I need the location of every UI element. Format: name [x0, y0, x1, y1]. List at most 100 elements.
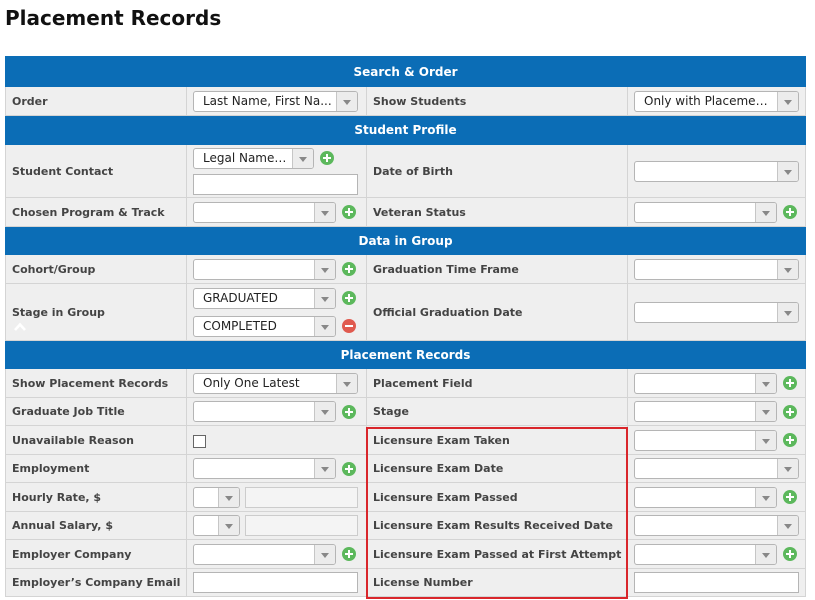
hourly-input[interactable] [245, 486, 358, 508]
chevron-down-icon [218, 487, 239, 507]
remove-icon[interactable] [342, 319, 356, 333]
employer-email-label: Employer’s Company Email [5, 568, 187, 597]
chevron-down-icon [777, 516, 798, 535]
chevron-down-icon [336, 373, 357, 393]
chevron-down-icon [314, 316, 335, 336]
hourly-operator-select[interactable] [193, 486, 240, 508]
add-icon[interactable] [342, 461, 356, 476]
chevron-down-icon [314, 288, 335, 308]
dob-select[interactable] [634, 160, 799, 182]
job-title-label: Graduate Job Title [5, 397, 187, 426]
student-contact-select[interactable]: Legal Name & A... [193, 147, 314, 169]
chevron-down-icon [314, 402, 335, 421]
placement-filter-form: Search & Order Order Last Name, First Na… [4, 56, 807, 597]
annual-input[interactable] [245, 515, 358, 536]
grad-time-label: Graduation Time Frame [366, 254, 628, 284]
add-icon[interactable] [342, 262, 356, 276]
exam-taken-label: Licensure Exam Taken [366, 425, 628, 455]
employer-label: Employer Company [5, 539, 187, 569]
cohort-label: Cohort/Group [5, 254, 187, 284]
chevron-down-icon [755, 402, 776, 421]
official-grad-select[interactable] [634, 301, 799, 323]
add-icon[interactable] [783, 404, 797, 419]
annual-label: Annual Salary, $ [5, 511, 187, 540]
chevron-down-icon [755, 202, 776, 222]
section-title: Placement Records [340, 347, 471, 362]
chevron-down-icon [336, 91, 357, 111]
chevron-down-icon [755, 487, 776, 507]
exam-taken-select[interactable] [634, 429, 777, 451]
placement-field-label: Placement Field [366, 368, 628, 398]
grad-time-select[interactable] [634, 258, 799, 280]
add-icon[interactable] [783, 433, 797, 447]
veteran-label: Veteran Status [366, 197, 628, 227]
stage-group-select-1[interactable]: GRADUATED [193, 287, 336, 309]
section-header-search[interactable]: Search & Order [4, 56, 807, 331]
stage-select[interactable] [634, 401, 777, 422]
chevron-down-icon [218, 516, 239, 535]
show-students-select[interactable]: Only with Placemen... [634, 90, 799, 112]
results-date-label: Licensure Exam Results Received Date [366, 511, 628, 540]
results-date-select[interactable] [634, 515, 799, 536]
program-label: Chosen Program & Track [5, 197, 187, 227]
add-icon[interactable] [342, 291, 356, 305]
student-contact-input[interactable] [193, 174, 358, 195]
show-students-label: Show Students [366, 86, 628, 116]
official-grad-label: Official Graduation Date [366, 283, 628, 341]
student-contact-label: Student Contact [5, 144, 187, 198]
add-icon[interactable] [342, 205, 356, 219]
unavailable-label: Unavailable Reason [5, 425, 187, 455]
add-icon[interactable] [783, 376, 797, 390]
chevron-down-icon [314, 259, 335, 279]
hourly-label: Hourly Rate, $ [5, 482, 187, 512]
stage-group-select-2[interactable]: COMPLETED [193, 315, 336, 337]
placement-field-select[interactable] [634, 372, 777, 394]
chevron-down-icon [777, 161, 798, 181]
first-attempt-select[interactable] [634, 543, 777, 565]
chevron-down-icon [292, 148, 313, 168]
section-header-profile: Student Profile [4, 115, 807, 145]
order-select[interactable]: Last Name, First Na... [193, 90, 358, 112]
add-icon[interactable] [342, 404, 356, 419]
license-number-label: License Number [366, 568, 628, 597]
program-select[interactable] [193, 201, 336, 223]
chevron-down-icon [755, 544, 776, 564]
license-number-input[interactable] [634, 572, 799, 593]
employment-label: Employment [5, 454, 187, 483]
veteran-select[interactable] [634, 201, 777, 223]
dob-label: Date of Birth [366, 144, 628, 198]
chevron-down-icon [777, 91, 798, 111]
employer-email-input[interactable] [193, 572, 358, 593]
section-header-group: Data in Group [4, 226, 807, 255]
section-title: Data in Group [358, 233, 453, 248]
add-icon[interactable] [783, 205, 797, 219]
annual-operator-select[interactable] [193, 515, 240, 536]
chevron-up-icon[interactable] [13, 321, 26, 333]
page-title: Placement Records [5, 6, 222, 30]
exam-passed-label: Licensure Exam Passed [366, 482, 628, 512]
show-placement-label: Show Placement Records [5, 368, 187, 398]
unavailable-checkbox[interactable] [193, 434, 206, 448]
chevron-down-icon [314, 459, 335, 478]
add-icon[interactable] [783, 490, 797, 504]
section-title: Search & Order [353, 64, 458, 79]
employer-select[interactable] [193, 543, 336, 565]
section-header-placement: Placement Records [4, 340, 807, 369]
exam-date-label: Licensure Exam Date [366, 454, 628, 483]
add-icon[interactable] [320, 151, 334, 165]
chevron-down-icon [777, 302, 798, 322]
chevron-down-icon [314, 544, 335, 564]
add-icon[interactable] [342, 547, 356, 561]
section-title: Student Profile [354, 123, 457, 137]
chevron-down-icon [755, 373, 776, 393]
chevron-down-icon [777, 459, 798, 478]
order-label: Order [5, 86, 187, 116]
show-placement-select[interactable]: Only One Latest [193, 372, 358, 394]
cohort-select[interactable] [193, 258, 336, 280]
job-title-select[interactable] [193, 401, 336, 422]
exam-passed-select[interactable] [634, 486, 777, 508]
stage-group-label: Stage in Group [5, 283, 187, 341]
add-icon[interactable] [783, 547, 797, 561]
exam-date-select[interactable] [634, 458, 799, 479]
employment-select[interactable] [193, 458, 336, 479]
